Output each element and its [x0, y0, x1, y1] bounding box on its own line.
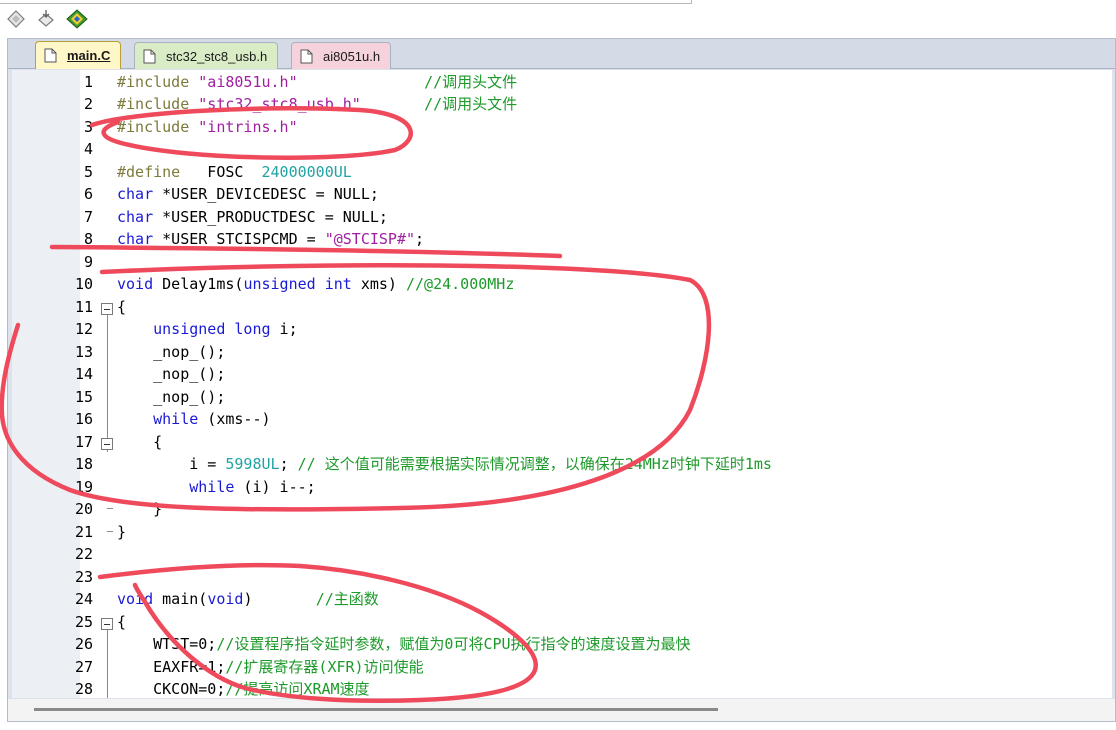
c-file-icon [44, 48, 57, 63]
line-number: 9 [83, 252, 93, 271]
toolbar-divider [0, 0, 692, 4]
line-number: 15 [74, 387, 93, 406]
fold-guide [107, 630, 108, 698]
code-line[interactable]: #include "ai8051u.h" //调用头文件 [117, 71, 517, 94]
fold-toggle-icon[interactable] [101, 618, 113, 630]
code-line[interactable]: } [117, 521, 126, 544]
line-number: 22 [74, 545, 93, 563]
editor-window: main.C stc32_stc8_usb.h ai8051u.h 123456… [7, 38, 1116, 722]
line-number: 28 [74, 680, 93, 698]
line-number: 2 [83, 95, 93, 113]
line-number: 3 [83, 117, 93, 136]
code-line[interactable]: #define FOSC 24000000UL [117, 161, 352, 184]
line-number: 27 [74, 657, 93, 676]
line-number: 17 [74, 432, 93, 451]
line-number: 23 [74, 567, 93, 586]
scrollbar-thumb[interactable] [34, 708, 718, 711]
diamond-arrow-icon[interactable] [36, 9, 56, 29]
line-number: 21 [74, 522, 93, 541]
code-line[interactable]: _nop_(); [117, 341, 225, 364]
tab-strip: main.C stc32_stc8_usb.h ai8051u.h [8, 39, 1115, 69]
code-line[interactable]: unsigned long i; [117, 318, 298, 341]
code-line[interactable]: EAXFR=1;//扩展寄存器(XFR)访问使能 [117, 656, 423, 679]
fold-guide [107, 315, 108, 452]
code-line[interactable]: } [117, 498, 162, 521]
line-number: 10 [74, 275, 93, 293]
line-number: 4 [83, 140, 93, 158]
code-line[interactable]: while (i) i--; [117, 476, 315, 499]
code-line[interactable]: while (xms--) [117, 408, 270, 431]
line-number: 24 [74, 590, 93, 608]
line-number: 26 [74, 635, 93, 653]
horizontal-scrollbar[interactable] [8, 699, 1115, 721]
diamond-outline-icon[interactable] [6, 9, 26, 29]
multi-color-build-icon[interactable] [66, 9, 88, 29]
line-number: 16 [74, 410, 93, 428]
line-number: 5 [83, 162, 93, 181]
line-number: 14 [74, 365, 93, 383]
code-editor[interactable]: 1 2 3 4 5 6 7 8 9 10 11 12 13 14 15 16 17 18 19 20 21 22 23 24 2… [12, 70, 1112, 698]
code-line[interactable]: { [117, 431, 162, 454]
code-line[interactable]: { [117, 296, 126, 319]
line-number: 13 [74, 342, 93, 361]
h-file-icon [143, 49, 156, 63]
tab-label: stc32_stc8_usb.h [166, 48, 268, 64]
line-number: 12 [74, 320, 93, 338]
code-line[interactable]: char *USER_PRODUCTDESC = NULL; [117, 206, 388, 229]
code-line[interactable]: CKCON=0;//提高访问XRAM速度 [117, 678, 369, 698]
code-line[interactable]: _nop_(); [117, 363, 225, 386]
fold-margin [98, 70, 116, 698]
fold-toggle-icon[interactable] [101, 303, 113, 315]
line-number: 19 [74, 477, 93, 496]
tab-main-c[interactable]: main.C [35, 41, 122, 69]
line-number: 18 [74, 455, 93, 473]
tab-label: main.C [67, 48, 111, 63]
code-line[interactable]: WTST=0;//设置程序指令延时参数，赋值为0可将CPU执行指令的速度设置为最… [117, 633, 690, 656]
line-number: 8 [83, 230, 93, 248]
code-line[interactable]: _nop_(); [117, 386, 225, 409]
tab-ai8051u-h[interactable]: ai8051u.h [291, 42, 392, 69]
line-number: 11 [74, 297, 93, 316]
fold-toggle-icon[interactable] [101, 438, 113, 450]
code-line[interactable]: #include "intrins.h" [117, 116, 298, 139]
code-line[interactable]: char *USER_DEVICEDESC = NULL; [117, 183, 379, 206]
code-line[interactable]: void Delay1ms(unsigned int xms) //@24.00… [117, 273, 514, 296]
h-file-icon [300, 49, 313, 63]
line-number: 20 [74, 500, 93, 518]
line-number: 1 [83, 72, 93, 91]
toolbar [0, 0, 1116, 36]
code-line[interactable]: #include "stc32_stc8_usb.h" //调用头文件 [117, 93, 517, 116]
line-number: 6 [83, 185, 93, 203]
tab-label: ai8051u.h [323, 48, 381, 64]
code-line[interactable]: { [117, 611, 126, 634]
line-number: 7 [83, 207, 93, 226]
code-line[interactable]: i = 5998UL; // 这个值可能需要根据实际情况调整，以确保在24MHz… [117, 453, 772, 476]
fold-end-marker [107, 531, 113, 532]
fold-end-marker [107, 508, 113, 509]
tab-stc32-stc8-usb-h[interactable]: stc32_stc8_usb.h [134, 42, 279, 69]
line-number: 25 [74, 612, 93, 631]
code-line[interactable]: char *USER_STCISPCMD = "@STCISP#"; [117, 228, 424, 251]
code-line[interactable]: void main(void) //主函数 [117, 588, 379, 611]
